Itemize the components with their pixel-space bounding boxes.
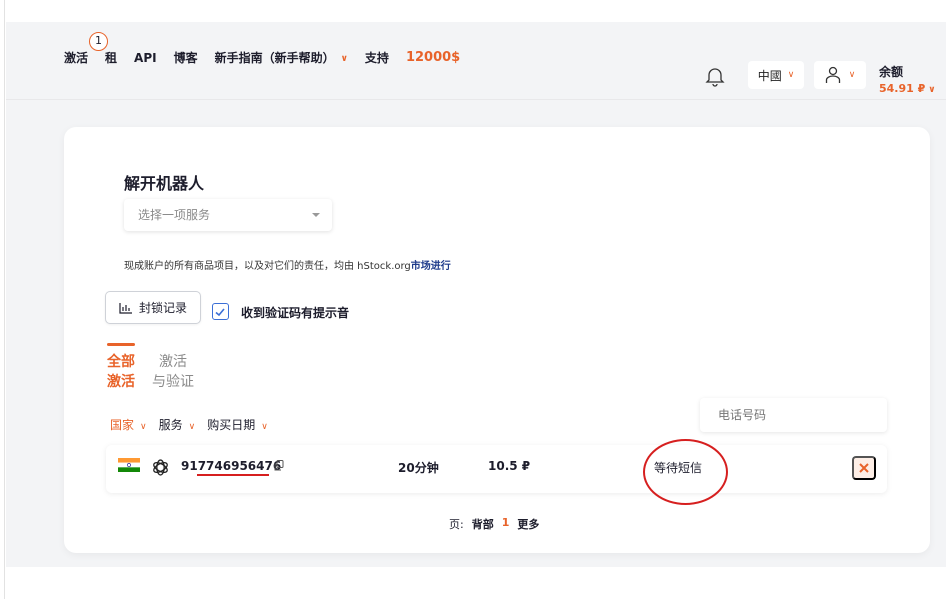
language-value: 中國 [757,68,782,83]
chevron-down-icon: ∨ [340,54,348,64]
nav-blog[interactable]: 博客 [174,49,198,66]
annotation-circle [643,439,728,505]
openai-icon [153,459,168,476]
nav-activation-label: 激活 [64,51,89,65]
check-icon [215,308,225,317]
page-title: 解开机器人 [124,174,205,193]
chevron-down-icon: ∨ [140,422,147,432]
copy-icon[interactable] [274,460,284,471]
service-select[interactable]: 选择一项服务 [124,199,332,231]
nav-guide-label: 新手指南（新手帮助） [214,51,335,65]
tab-activation-verification[interactable]: 激活 与验证 [152,352,194,392]
pagination-back[interactable]: 背部 [472,516,494,532]
filter-country-label: 国家 [110,418,135,432]
phone-search-input[interactable] [700,398,887,432]
sound-checkbox-label[interactable]: 收到验证码有提示音 [241,304,349,321]
user-icon [825,66,840,83]
close-icon [859,463,869,473]
market-link[interactable]: 市场进行 [411,261,451,272]
tab-activation-line2: 与验证 [152,374,194,390]
cancel-order-button[interactable] [852,456,876,480]
filter-service[interactable]: 服务 ∨ [159,416,196,433]
filter-service-label: 服务 [158,418,183,432]
phone-prefix: 91 [181,459,198,473]
pagination-label: 页: [449,518,464,531]
tab-activation-line1: 激活 [159,354,187,370]
active-tab-indicator [107,343,135,346]
user-menu[interactable]: ∨ [814,61,866,89]
nav-activation[interactable]: 激活 1 [64,32,108,66]
left-edge [0,0,5,599]
tab-all-line1: 全部 [107,354,135,370]
block-history-button[interactable]: 封锁记录 [105,291,201,324]
top-header: 激活 1 租 API 博客 新手指南（新手帮助） ∨ 支持 12000$ 中國 ∨… [6,22,946,100]
nav-api[interactable]: API [134,51,157,65]
chevron-down-icon: ∨ [787,70,795,80]
balance-amount: 54.91 ₽ [879,82,926,95]
nav-promo[interactable]: 12000$ [406,50,460,65]
chevron-down-icon: ∨ [188,422,196,432]
filter-country[interactable]: 国家 ∨ [110,416,147,433]
chevron-down-icon: ∨ [848,70,856,80]
phone-digits: 7746956476 [197,459,282,473]
filter-date-label: 购买日期 [207,418,256,432]
filter-purchase-date[interactable]: 购买日期 ∨ [207,416,268,433]
language-select[interactable]: 中國 ∨ [748,61,804,89]
pagination: 页: 背部 1 更多 [449,516,547,532]
india-flag-icon [118,458,140,472]
chevron-down-icon: ∨ [928,85,936,95]
sound-checkbox[interactable] [212,303,229,320]
service-select-placeholder: 选择一项服务 [138,208,211,222]
pagination-more[interactable]: 更多 [517,516,539,532]
annotation-underline [197,474,269,476]
balance-label: 余额 [879,65,904,79]
bar-chart-icon [119,302,132,314]
caret-down-icon [312,213,320,217]
responsibility-notice: 现成账户的所有商品项目，以及对它们的责任，均由 hStock.org市场进行 [124,257,451,272]
nav-support[interactable]: 支持 [365,49,389,66]
nav-rent[interactable]: 租 [105,49,117,66]
filter-bar: 国家 ∨ 服务 ∨ 购买日期 ∨ [110,416,280,433]
tab-all-line2: 激活 [107,374,135,390]
tab-all-activations[interactable]: 全部 激活 [107,352,135,392]
balance-value[interactable]: 54.91 ₽ ∨ [879,82,936,95]
main-nav: 激活 1 租 API 博客 新手指南（新手帮助） ∨ 支持 12000$ [64,32,477,66]
phone-number[interactable]: 917746956476 [181,459,281,473]
order-price: 10.5 ₽ [488,459,531,473]
nav-guide[interactable]: 新手指南（新手帮助） ∨ [215,49,348,66]
order-duration: 20分钟 [398,461,439,475]
notice-text: 现成账户的所有商品项目，以及对它们的责任，均由 hStock.org [124,261,411,272]
chevron-down-icon: ∨ [261,422,268,432]
block-history-label: 封锁记录 [138,301,187,315]
pagination-current[interactable]: 1 [502,516,510,532]
